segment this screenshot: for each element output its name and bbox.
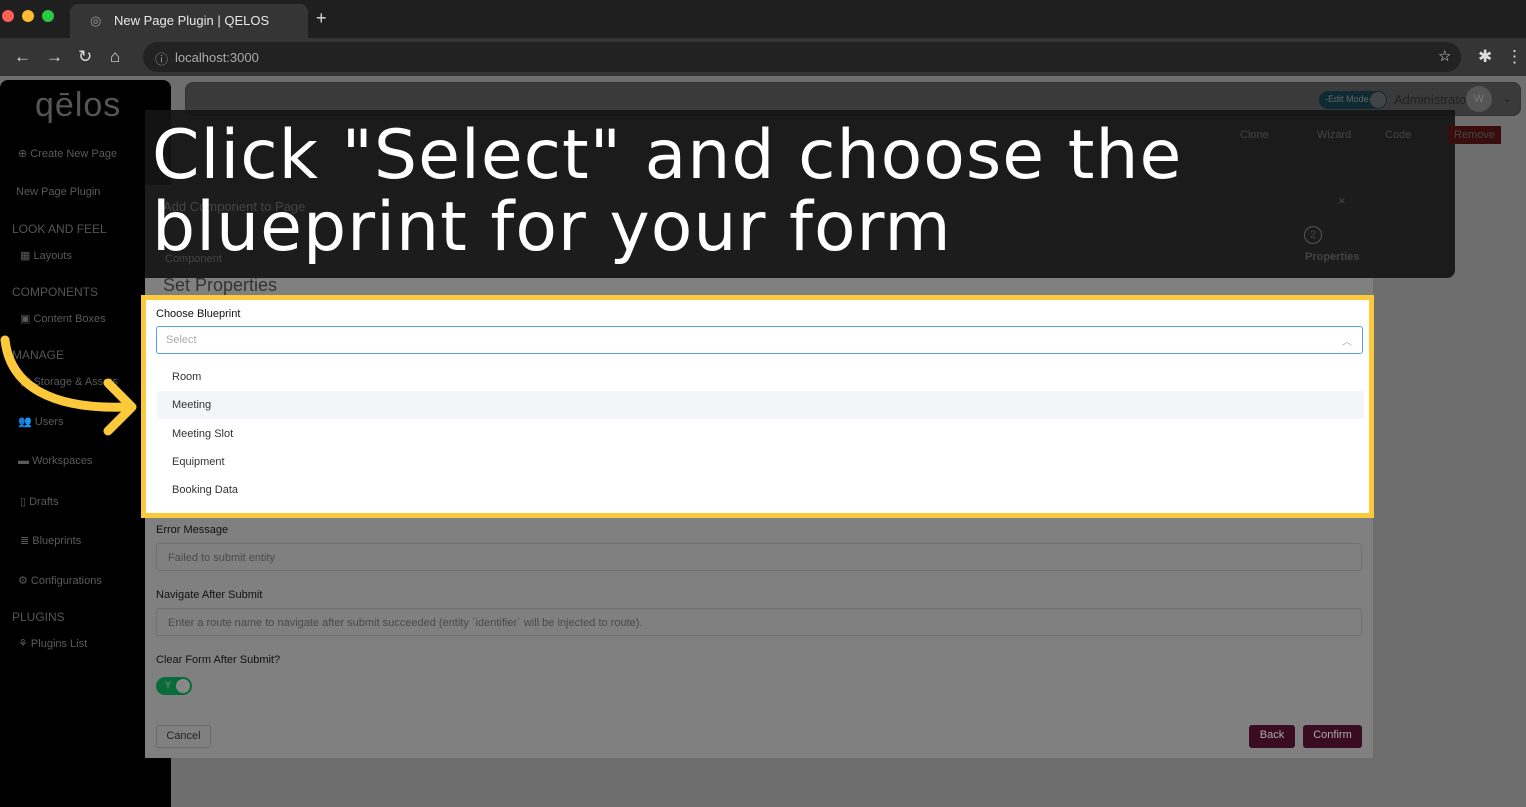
option-equipment[interactable]: Equipment — [157, 448, 1364, 476]
browser-tab[interactable]: ◎ New Page Plugin | QELOS — [70, 4, 308, 38]
navigate-label: Navigate After Submit — [156, 589, 263, 601]
edit-mode-toggle[interactable]: -Edit Mode- — [1319, 91, 1387, 109]
forward-icon[interactable]: → — [46, 47, 63, 67]
option-meeting-slot[interactable]: Meeting Slot — [157, 420, 1364, 448]
error-message-input[interactable]: Failed to submit entity — [156, 543, 1362, 571]
section-look-and-feel: LOOK AND FEEL — [12, 222, 107, 236]
highlight-box: Choose Blueprint Select ︿ Room Meeting Me… — [141, 295, 1374, 518]
code-button[interactable]: Code — [1385, 129, 1411, 141]
wizard-button[interactable]: Wizard — [1317, 129, 1351, 141]
sidebar-item-workspaces[interactable]: ▬ Workspaces — [18, 455, 92, 467]
option-room[interactable]: Room — [157, 363, 1364, 391]
pointer-arrow-icon — [0, 335, 137, 436]
error-message-label: Error Message — [156, 524, 229, 536]
back-button[interactable]: Back — [1249, 725, 1295, 748]
blueprint-label: Choose Blueprint — [156, 308, 241, 320]
clone-button[interactable]: Clone — [1240, 129, 1269, 141]
back-icon[interactable]: ← — [14, 47, 31, 67]
navigate-input[interactable]: Enter a route name to navigate after sub… — [156, 608, 1362, 636]
extensions-icon[interactable]: ✱ — [1478, 47, 1492, 67]
caption-text: Click "Select" and choose the blueprint f… — [152, 116, 1183, 267]
logo: qēlos — [35, 86, 122, 124]
info-icon: ⓘ — [155, 52, 169, 67]
remove-button[interactable]: Remove — [1448, 126, 1501, 144]
cancel-button[interactable]: Cancel — [156, 725, 211, 748]
browser-tab-bar: ◎ New Page Plugin | QELOS + — [0, 0, 1526, 38]
clear-form-label: Clear Form After Submit? — [156, 654, 281, 666]
user-name: Administrator — [1394, 92, 1471, 107]
url-input[interactable]: ⓘ localhost:3000 — [143, 42, 1461, 72]
sidebar-item-create-page[interactable]: ⊕ Create New Page — [18, 147, 117, 160]
clear-form-toggle[interactable]: Y — [156, 677, 192, 695]
chevron-up-icon: ︿ — [1342, 337, 1352, 348]
reload-icon[interactable]: ↻ — [78, 47, 92, 67]
avatar[interactable]: W — [1466, 86, 1492, 112]
confirm-button[interactable]: Confirm — [1303, 725, 1362, 748]
home-icon[interactable]: ⌂ — [110, 47, 120, 67]
option-booking-data[interactable]: Booking Data — [157, 476, 1364, 504]
sidebar-item-drafts[interactable]: ▯ Drafts — [20, 495, 58, 508]
sidebar-item-content-boxes[interactable]: ▣ Content Boxes — [20, 312, 106, 325]
bookmark-star-icon[interactable]: ☆ — [1438, 47, 1451, 65]
sidebar-item-plugins-list[interactable]: ⚘ Plugins List — [18, 637, 87, 650]
url-text: localhost:3000 — [175, 50, 259, 65]
section-title: Set Properties — [163, 275, 278, 295]
close-icon[interactable]: × — [1338, 193, 1346, 208]
tab-title: New Page Plugin | QELOS — [114, 13, 270, 28]
new-tab-button[interactable]: + — [316, 8, 327, 29]
blueprint-select[interactable]: Select ︿ — [156, 326, 1363, 354]
sidebar-item-configurations[interactable]: ⚙ Configurations — [18, 574, 102, 587]
option-meeting[interactable]: Meeting — [157, 391, 1364, 419]
step-2-label: Properties — [1305, 251, 1360, 263]
sidebar-item-layouts[interactable]: ▦ Layouts — [20, 249, 72, 262]
section-components: COMPONENTS — [12, 285, 99, 299]
address-bar-row: ← → ↻ ⌂ ⓘ localhost:3000 ☆ ✱ ⋮ — [0, 38, 1526, 76]
sidebar-item-blueprints[interactable]: ≣ Blueprints — [20, 534, 81, 547]
globe-icon: ◎ — [90, 13, 102, 28]
section-plugins: PLUGINS — [12, 610, 65, 624]
chevron-down-icon[interactable]: ⌄ — [1502, 91, 1512, 105]
sidebar-item-new-page-plugin[interactable]: New Page Plugin — [16, 186, 100, 198]
menu-icon[interactable]: ⋮ — [1506, 47, 1523, 67]
step-2-number: 2 — [1304, 226, 1322, 244]
